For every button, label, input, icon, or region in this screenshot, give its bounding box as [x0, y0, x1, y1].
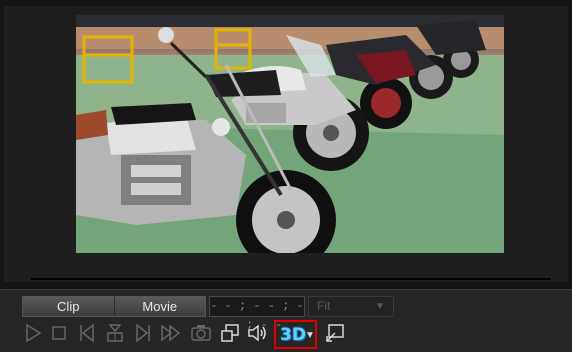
dropdown-arrow-icon: ▼: [375, 301, 385, 312]
video-preview[interactable]: [76, 15, 504, 253]
timeline-scrubber[interactable]: [31, 278, 551, 280]
preview-panel: [0, 0, 572, 289]
preview-window: [4, 6, 568, 282]
chevron-down-icon[interactable]: ▼: [305, 330, 315, 341]
volume-icon[interactable]: [246, 322, 268, 344]
next-frame-icon[interactable]: [132, 322, 154, 344]
playback-controls: Clip Movie - - ; - - ; - - ; - - Fit ▼ 3…: [0, 289, 572, 352]
3d-mode-icon: 3D: [280, 325, 306, 345]
play-icon[interactable]: [22, 322, 44, 344]
stop-icon[interactable]: [48, 322, 70, 344]
clip-movie-toggle: Clip Movie: [22, 296, 206, 317]
timecode-display[interactable]: - - ; - - ; - - ; - -: [209, 296, 305, 332]
snapshot-icon[interactable]: [190, 322, 212, 344]
motorcycles-image: [76, 15, 504, 253]
movie-mode-button[interactable]: Movie: [113, 297, 205, 316]
previous-frame-icon[interactable]: [76, 322, 98, 344]
display-mode-icon[interactable]: [219, 322, 241, 344]
zoom-fit-dropdown[interactable]: Fit ▼: [308, 296, 394, 317]
split-icon[interactable]: [104, 322, 126, 344]
fast-forward-icon[interactable]: [160, 322, 182, 344]
fit-label: Fit: [317, 299, 331, 313]
playback-toolbar: 3D ▼: [0, 320, 572, 350]
clip-mode-button[interactable]: Clip: [23, 297, 114, 316]
undock-preview-icon[interactable]: [324, 322, 346, 344]
3d-mode-button[interactable]: 3D ▼: [274, 320, 317, 349]
